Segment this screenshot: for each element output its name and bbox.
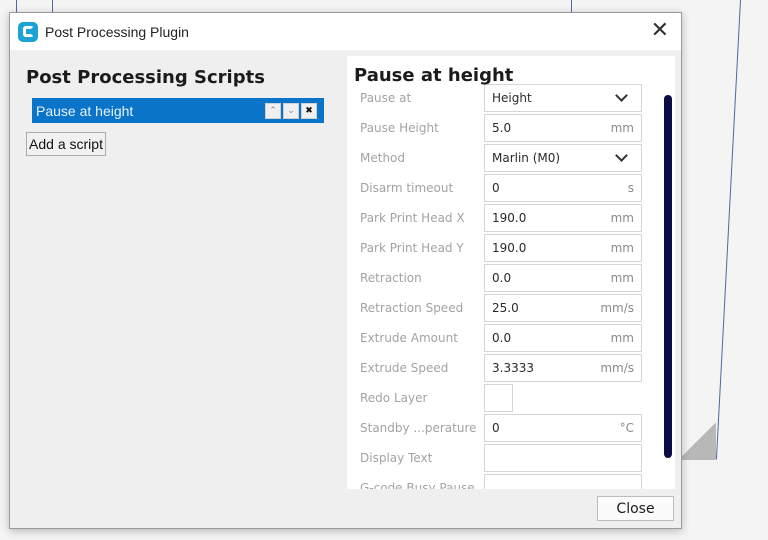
move-down-button[interactable]: ⌄ [283,102,299,119]
setting-input[interactable]: 25.0 mm/s [484,294,642,322]
setting-row: Park Print Head Y 190.0 mm [347,234,647,264]
setting-value: 5.0 [492,121,512,135]
setting-input[interactable]: 0.0 mm [484,264,642,292]
setting-label: Extrude Speed [360,361,449,375]
setting-dropdown[interactable]: Marlin (M0) [484,144,642,172]
setting-input[interactable]: 5.0 mm [484,114,642,142]
remove-icon: ✖ [305,105,313,116]
setting-value: 25.0 [492,301,519,315]
setting-value: 3.3333 [492,361,534,375]
cura-app-icon [18,21,38,42]
setting-row: Disarm timeout 0 s [347,174,647,204]
setting-label: Redo Layer [360,391,428,405]
setting-unit: mm/s [600,301,634,315]
setting-label: Disarm timeout [360,181,454,195]
setting-label: Method [360,151,406,165]
settings-heading: Pause at height [354,65,514,86]
setting-dropdown[interactable]: Height [484,84,642,112]
setting-unit: mm [610,271,634,285]
setting-label: Pause Height [360,121,439,135]
setting-input[interactable] [484,474,642,489]
setting-row: Pause at Height [347,84,647,114]
setting-input[interactable]: 190.0 mm [484,204,642,232]
setting-value: Marlin (M0) [492,151,561,165]
setting-label: Park Print Head Y [360,241,464,255]
setting-unit: s [627,181,634,195]
setting-unit: mm [610,211,634,225]
setting-input[interactable]: 0 °C [484,414,642,442]
setting-input[interactable]: 0.0 mm [484,324,642,352]
setting-value: 0 [492,421,500,435]
title-bar: Post Processing Plugin ✕ [10,13,681,50]
setting-value: 190.0 [492,211,527,225]
setting-input[interactable]: 190.0 mm [484,234,642,262]
background-edge-line [715,0,741,460]
settings-scrollbar[interactable] [664,95,672,458]
background-build-plate-corner [682,418,716,460]
chevron-down-icon [615,149,628,162]
chevron-down-icon: ⌄ [287,105,295,116]
setting-row: Park Print Head X 190.0 mm [347,204,647,234]
setting-value: Height [492,91,532,105]
setting-label: Display Text [360,451,433,465]
setting-label: Extrude Amount [360,331,458,345]
setting-label: Park Print Head X [360,211,465,225]
setting-row: Standby ...perature 0 °C [347,414,647,444]
setting-unit: mm [610,331,634,345]
setting-value: 0 [492,181,500,195]
script-settings-panel: Pause at height Pause at Height Pause Heig… [347,56,675,489]
chevron-down-icon [615,89,628,102]
setting-input[interactable]: 0s [484,174,642,202]
setting-row: Retraction Speed 25.0 mm/s [347,294,647,324]
setting-value: 0.0 [492,331,512,345]
setting-unit: mm [610,241,634,255]
setting-unit: mm [610,121,634,135]
setting-value: 0.0 [492,271,512,285]
setting-row: Redo Layer [347,384,647,414]
setting-label: Pause at [360,91,412,105]
setting-checkbox[interactable] [484,384,513,412]
setting-row: Pause Height 5.0 mm [347,114,647,144]
post-processing-dialog: Post Processing Plugin ✕ Post Processing… [9,12,682,529]
setting-input[interactable]: 3.3333 mm/s [484,354,642,382]
setting-row: Method Marlin (M0) [347,144,647,174]
setting-row: Retraction 0.0 mm [347,264,647,294]
setting-input[interactable] [484,444,642,472]
close-button[interactable]: Close [597,496,674,521]
window-title: Post Processing Plugin [45,23,189,40]
setting-value: 190.0 [492,241,527,255]
chevron-up-icon: ⌃ [269,105,277,116]
setting-label: Retraction Speed [360,301,464,315]
script-list-item[interactable]: Pause at height ⌃ ⌄ ✖ [32,98,324,123]
remove-script-button[interactable]: ✖ [301,102,317,119]
setting-label: Standby ...perature [360,421,477,435]
script-label: Pause at height [36,102,134,119]
setting-label: G-code Busy Pause [360,481,475,489]
setting-label: Retraction [360,271,422,285]
setting-unit: mm/s [600,361,634,375]
scripts-heading: Post Processing Scripts [26,67,265,88]
close-icon[interactable]: ✕ [651,20,669,42]
setting-row: G-code Busy Pause [347,474,647,489]
setting-unit: °C [619,421,634,435]
setting-row: Extrude Speed 3.3333 mm/s [347,354,647,384]
add-script-button[interactable]: Add a script [26,132,106,156]
setting-row: Extrude Amount 0.0 mm [347,324,647,354]
setting-row: Display Text [347,444,647,474]
move-up-button[interactable]: ⌃ [265,102,281,119]
